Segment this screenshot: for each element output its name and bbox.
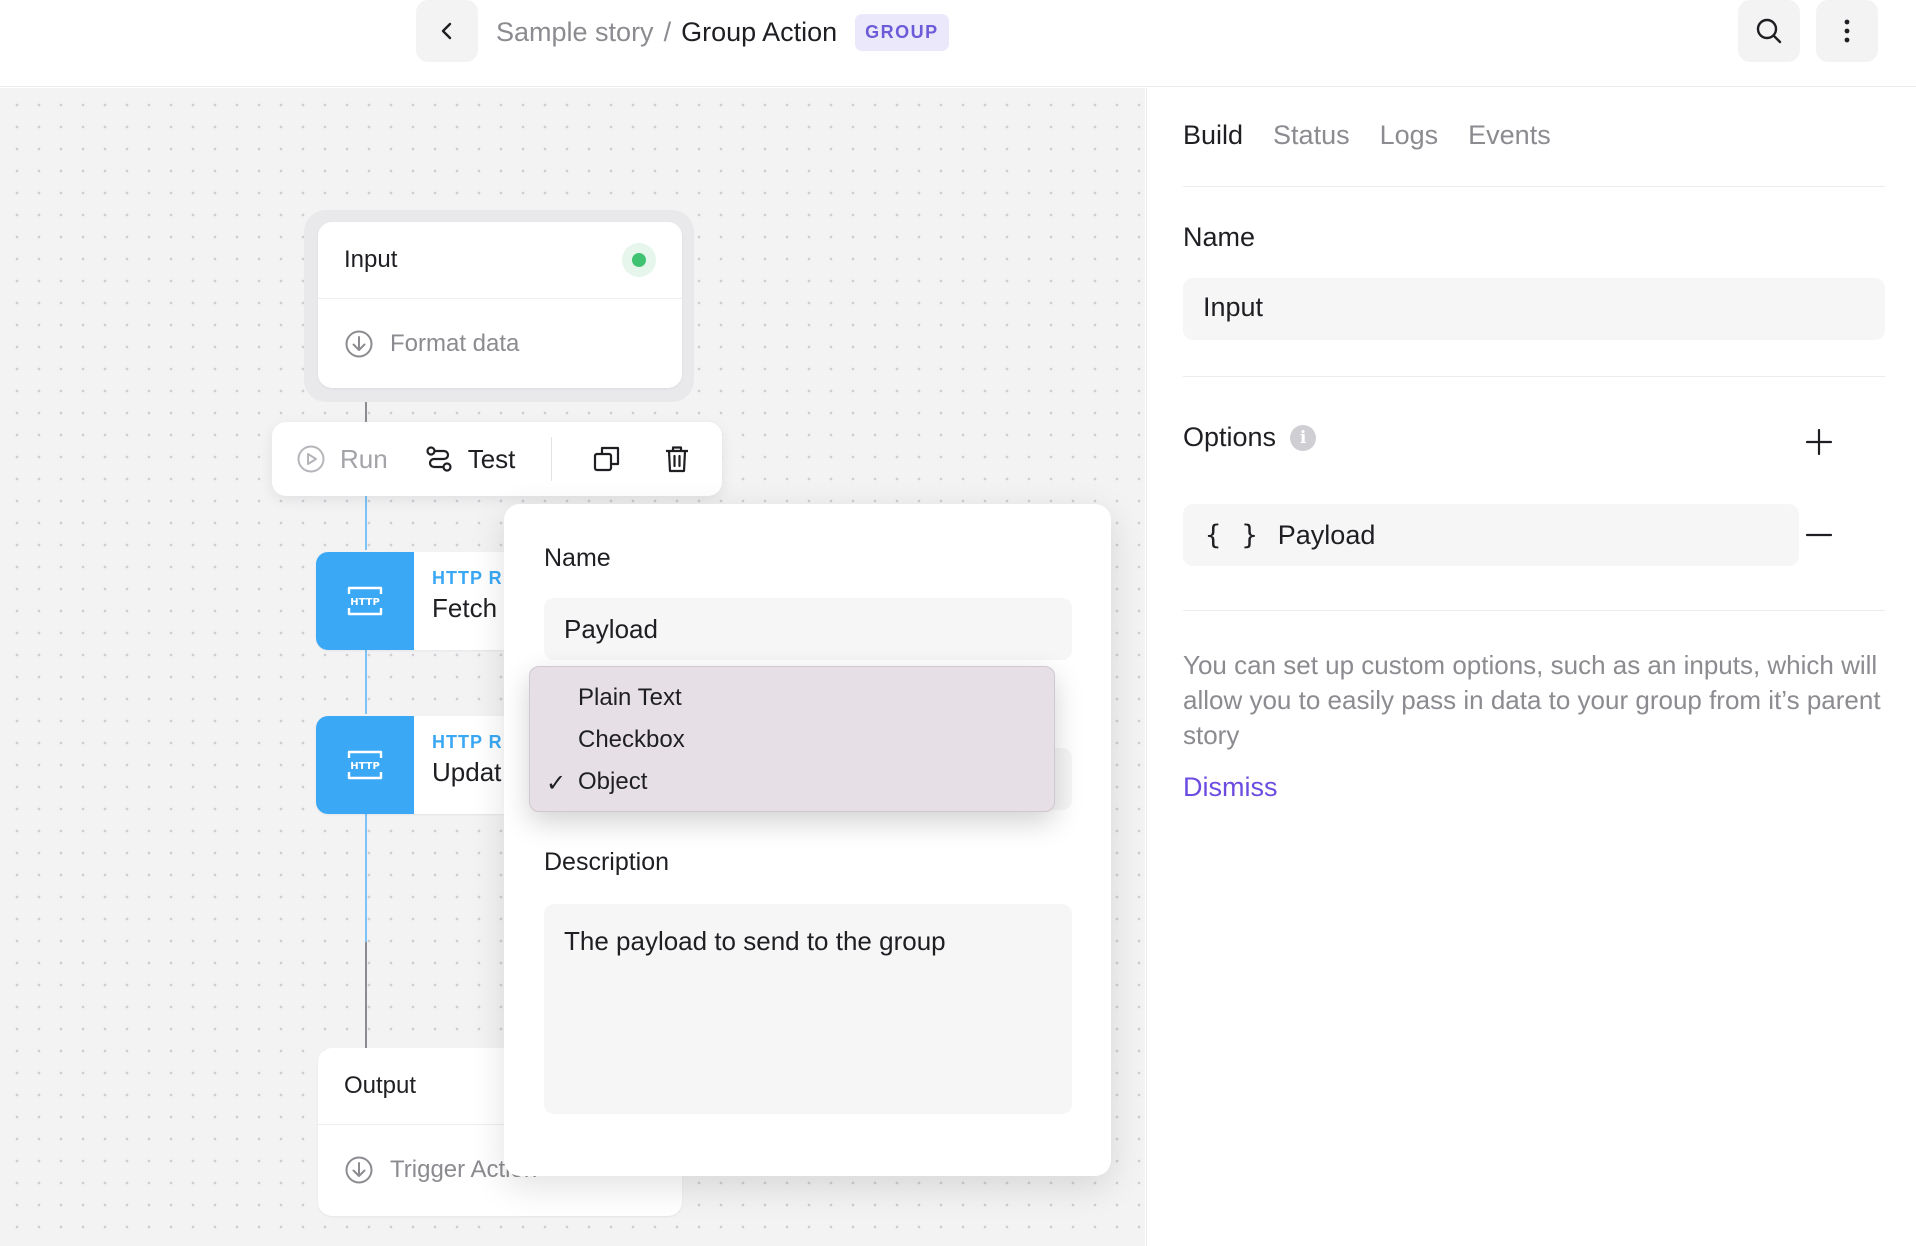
connector-line xyxy=(365,942,367,1050)
tab-logs[interactable]: Logs xyxy=(1380,120,1439,151)
http-node-name: Updat xyxy=(432,757,502,787)
minus-icon xyxy=(1805,533,1833,537)
test-label: Test xyxy=(467,443,516,474)
http-node-name: Fetch xyxy=(432,593,498,623)
search-icon xyxy=(1756,18,1782,44)
options-label: Options xyxy=(1183,422,1277,452)
braces-icon: { } xyxy=(1205,519,1260,551)
tab-build[interactable]: Build xyxy=(1183,120,1243,151)
run-button[interactable]: Run xyxy=(296,444,388,475)
option-item-name: Payload xyxy=(1277,519,1376,550)
svg-text:HTTP: HTTP xyxy=(350,597,380,608)
connector-line xyxy=(365,648,367,714)
http-icon: HTTP xyxy=(316,552,414,650)
dropdown-item-label: Plain Text xyxy=(578,684,682,711)
option-item-payload[interactable]: { } Payload xyxy=(1183,504,1799,566)
name-label: Name xyxy=(1183,222,1256,252)
run-label: Run xyxy=(340,443,388,474)
search-button[interactable] xyxy=(1738,0,1800,62)
http-icon: HTTP xyxy=(316,716,414,814)
info-icon[interactable]: i xyxy=(1290,424,1317,451)
breadcrumb-parent[interactable]: Sample story xyxy=(496,17,654,48)
options-help-text: You can set up custom options, such as a… xyxy=(1183,650,1881,750)
breadcrumb-current: Group Action xyxy=(681,16,838,47)
toolbar-divider xyxy=(551,437,553,481)
group-badge: GROUP xyxy=(855,13,949,51)
duplicate-icon xyxy=(594,446,620,472)
test-route-icon xyxy=(426,446,452,472)
back-button[interactable] xyxy=(416,0,478,62)
option-description-label: Description xyxy=(544,848,670,876)
dropdown-item-label: Object xyxy=(578,768,648,795)
option-description-textarea[interactable]: The payload to send to the group xyxy=(544,904,1072,1114)
more-options-button[interactable] xyxy=(1816,0,1878,62)
remove-option-button[interactable] xyxy=(1799,515,1839,555)
input-node-action: Format data xyxy=(318,298,682,388)
right-panel: Build Status Logs Events Name Input Opti… xyxy=(1146,88,1916,1246)
divider xyxy=(1183,376,1885,377)
dropdown-item-checkbox[interactable]: Checkbox xyxy=(530,719,1054,761)
dropdown-item-label: Checkbox xyxy=(578,726,685,753)
checkmark-icon: ✓ xyxy=(546,770,567,797)
tab-status[interactable]: Status xyxy=(1273,120,1350,151)
connector-line xyxy=(365,812,367,942)
arrow-down-circle-icon xyxy=(345,330,373,357)
test-button[interactable]: Test xyxy=(424,443,516,475)
duplicate-button[interactable] xyxy=(592,444,622,474)
options-header: Options i xyxy=(1183,422,1317,453)
breadcrumb: Sample story / Group Action GROUP xyxy=(496,13,949,51)
input-node-header: Input xyxy=(318,222,682,298)
delete-button[interactable] xyxy=(662,444,692,474)
play-circle-icon xyxy=(297,445,325,473)
input-node-title: Input xyxy=(344,246,398,273)
plus-icon xyxy=(1805,428,1833,456)
name-input[interactable]: Input xyxy=(1183,278,1885,340)
more-vertical-icon xyxy=(1844,19,1850,43)
option-name-label: Name xyxy=(544,544,611,572)
option-type-dropdown: Plain Text Checkbox ✓ Object xyxy=(529,666,1055,812)
divider xyxy=(1183,610,1885,611)
input-node-subtitle: Format data xyxy=(390,329,520,357)
http-node-type: HTTP R xyxy=(432,568,503,588)
top-bar: Sample story / Group Action GROUP xyxy=(0,0,1916,87)
add-option-button[interactable] xyxy=(1799,422,1839,462)
option-name-input[interactable]: Payload xyxy=(544,598,1072,660)
input-node[interactable]: Input Format data xyxy=(318,222,682,388)
dropdown-item-plain-text[interactable]: Plain Text xyxy=(530,677,1054,719)
divider xyxy=(1183,186,1885,187)
http-node-type: HTTP R xyxy=(432,732,503,752)
option-editor-popover: Name Payload Description The payload to … xyxy=(504,504,1111,1176)
trash-icon xyxy=(666,446,689,473)
node-toolbar: Run Test xyxy=(272,422,722,496)
dismiss-link[interactable]: Dismiss xyxy=(1183,772,1278,803)
panel-tabs: Build Status Logs Events xyxy=(1183,120,1581,151)
chevron-left-icon xyxy=(441,22,452,40)
breadcrumb-separator: / xyxy=(663,16,672,47)
arrow-down-circle-icon xyxy=(345,1156,373,1183)
status-active-icon xyxy=(622,243,656,277)
tab-events[interactable]: Events xyxy=(1468,120,1551,151)
dropdown-item-object[interactable]: ✓ Object xyxy=(530,761,1054,803)
svg-text:HTTP: HTTP xyxy=(350,761,380,772)
connector-line xyxy=(365,494,367,550)
